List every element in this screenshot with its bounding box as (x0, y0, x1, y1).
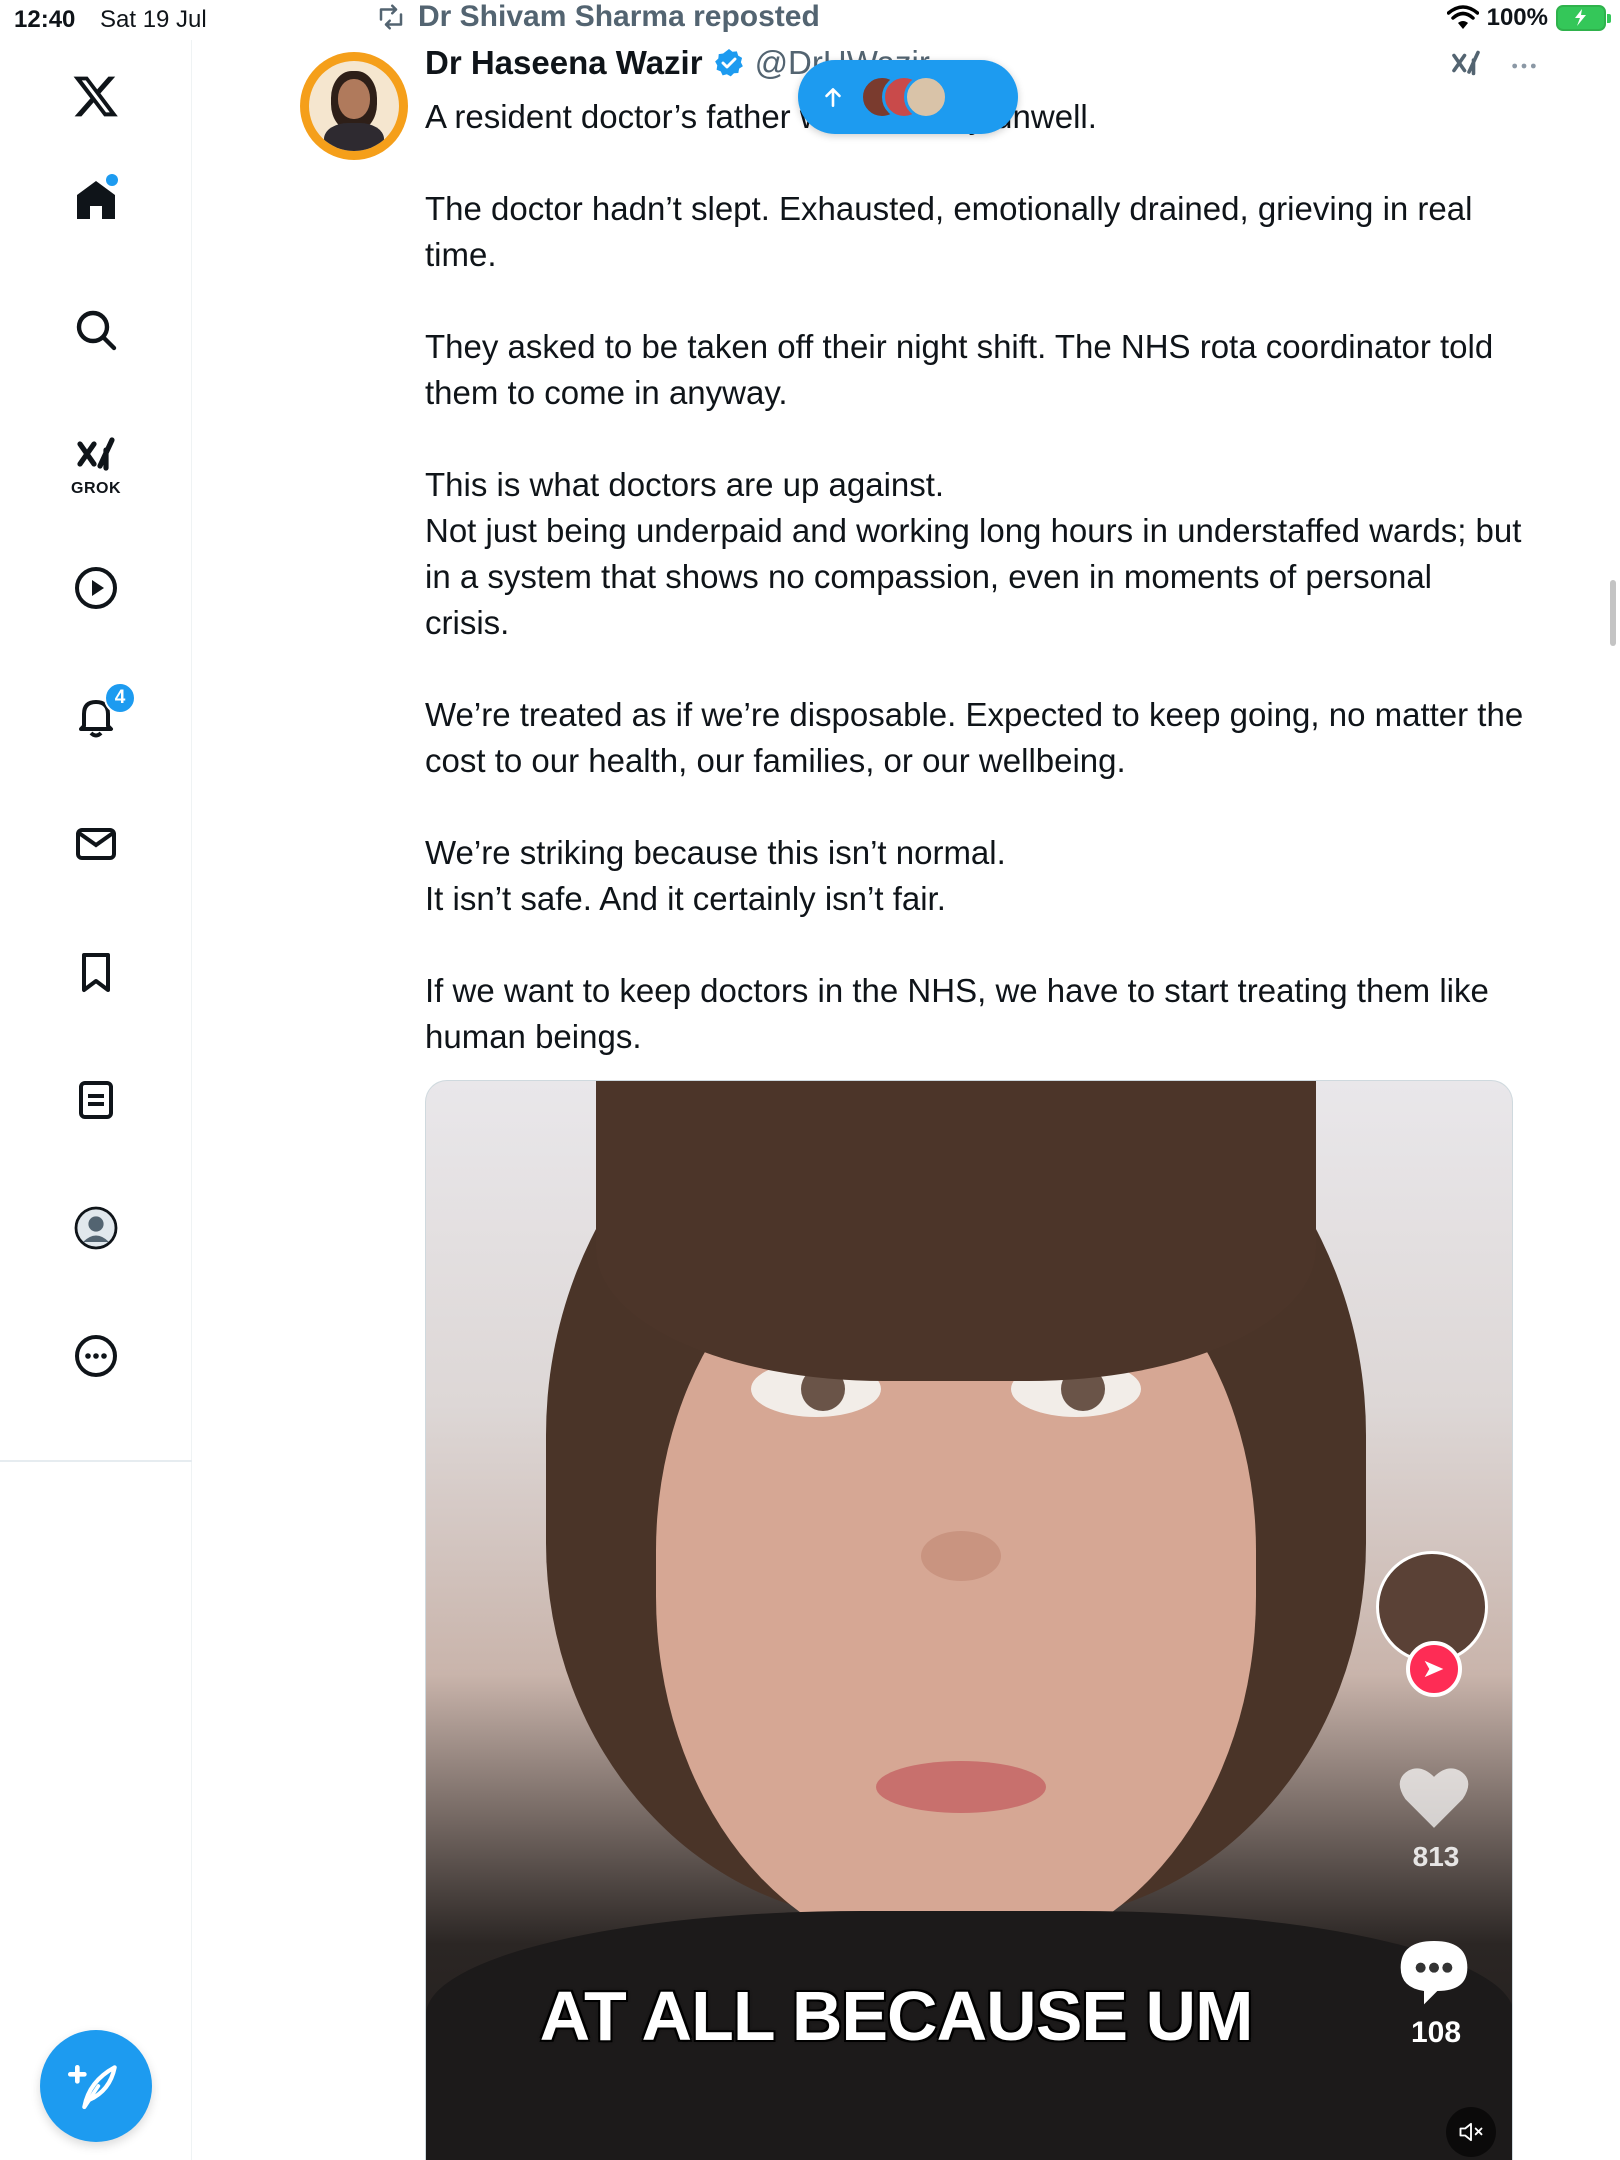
profile-icon[interactable] (66, 1198, 126, 1258)
video-comment-count: 108 (1410, 2016, 1462, 2049)
compose-post-button[interactable] (40, 2030, 152, 2142)
video-follow-icon (1406, 1641, 1462, 1697)
battery-percent: 100% (1486, 4, 1548, 31)
speaker-muted-icon (1459, 2122, 1483, 2142)
verified-badge-icon (714, 49, 743, 77)
search-icon[interactable] (66, 300, 126, 360)
wifi-icon (1446, 5, 1479, 29)
compose-post-icon (68, 2065, 117, 2110)
new-posts-pill[interactable] (798, 60, 1018, 134)
video-icon[interactable] (66, 558, 126, 618)
post-paragraph: This is what doctors are up against. Not… (425, 466, 1522, 641)
post-paragraph: They asked to be taken off their night s… (425, 328, 1494, 411)
arrow-up-icon (825, 88, 841, 107)
new-post-avatar (904, 75, 948, 119)
battery-icon (1556, 5, 1611, 31)
status-time: 12:40 (14, 6, 76, 33)
sidebar-divider (0, 1460, 192, 1462)
repost-label: Dr Shivam Sharma reposted (418, 0, 820, 33)
status-right: 100% (1446, 4, 1611, 32)
video-comment-icon (1400, 1941, 1468, 2005)
home-unread-dot (106, 174, 118, 186)
scrollbar[interactable] (1610, 580, 1616, 646)
author-name[interactable]: Dr Haseena Wazir (425, 44, 703, 82)
post-text: A resident doctor’s father was criticall… (425, 94, 1525, 1106)
video-like-icon (1399, 1768, 1469, 1828)
more-icon[interactable] (66, 1326, 126, 1386)
notifications-badge: 4 (104, 682, 136, 714)
messages-icon[interactable] (66, 814, 126, 874)
bookmarks-icon[interactable] (66, 942, 126, 1002)
post-paragraph: The doctor hadn’t slept. Exhausted, emot… (425, 190, 1473, 273)
mute-button[interactable] (1446, 2107, 1496, 2157)
more-options-icon[interactable] (1508, 50, 1540, 82)
video-caption: AT ALL BECAUSE UM (539, 1977, 1254, 2055)
x-logo-icon[interactable] (66, 66, 126, 126)
post-paragraph: We’re treated as if we’re disposable. Ex… (425, 696, 1524, 779)
lists-icon[interactable] (66, 1070, 126, 1130)
repost-icon (379, 4, 403, 30)
post-paragraph: If we want to keep doctors in the NHS, w… (425, 972, 1489, 1055)
video-like-count: 813 (1412, 1841, 1460, 1872)
post-actions-top (1448, 48, 1540, 84)
grok-explain-icon[interactable] (1448, 48, 1484, 84)
grok-label: GROK (71, 480, 121, 497)
repost-indicator[interactable]: Dr Shivam Sharma reposted (376, 0, 820, 34)
sidebar: GROK 4 (0, 40, 192, 2160)
grok-icon[interactable] (66, 428, 126, 488)
post-video[interactable]: 813 108 AT ALL BECAUSE UM (425, 1080, 1513, 2160)
post-paragraph: We’re striking because this isn’t normal… (425, 834, 1006, 917)
status-date: Sat 19 Jul (100, 6, 207, 33)
video-frame-bangs (596, 1081, 1316, 1381)
author-avatar[interactable] (300, 52, 408, 160)
